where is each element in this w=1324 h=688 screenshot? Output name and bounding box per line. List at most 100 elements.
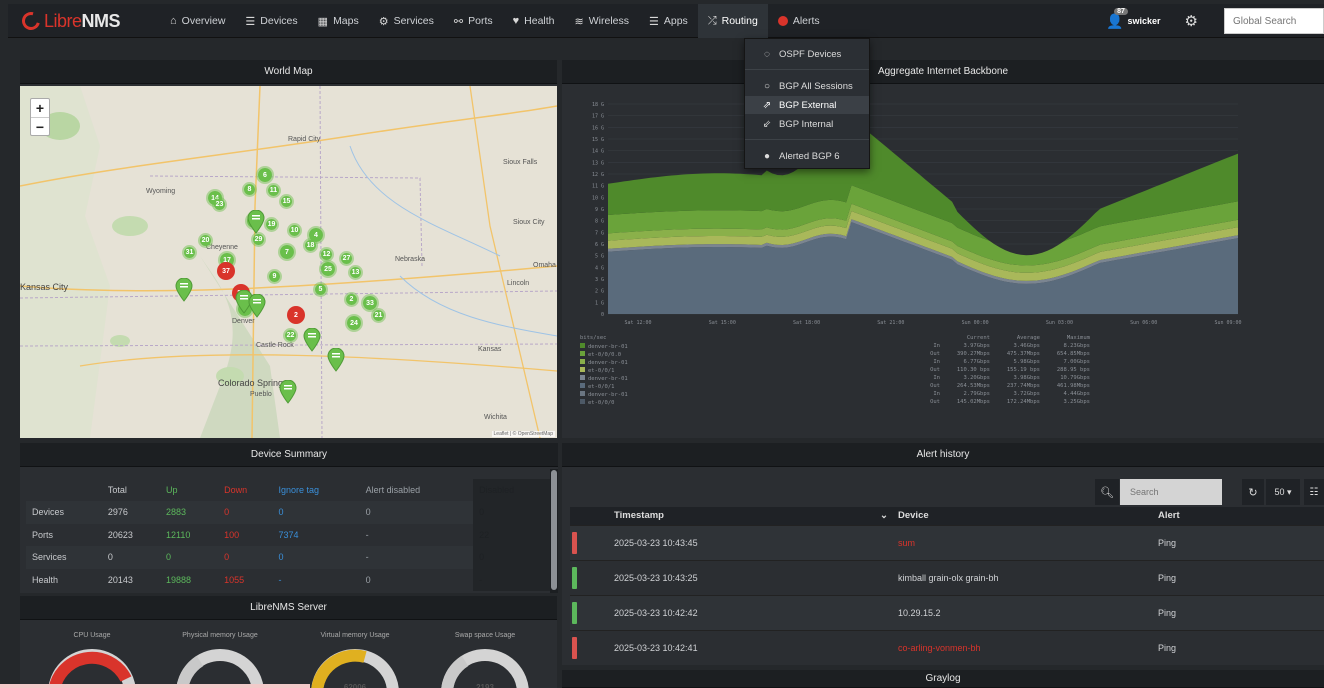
nav-routing[interactable]: ⤮ Routing (697, 4, 768, 38)
search-icon[interactable]: 🔍︎ (1095, 479, 1119, 505)
tasks-icon: ☰ (649, 15, 659, 28)
device-cluster-marker[interactable]: 5 (313, 282, 328, 297)
scrollbar-thumb[interactable] (551, 470, 557, 590)
menu-item-bgp-external[interactable]: ⇗ BGP External (745, 96, 869, 114)
sort-chevron-down-icon[interactable]: ⌄ (880, 510, 888, 521)
device-cluster-marker[interactable]: 11 (266, 183, 281, 198)
summary-cell[interactable]: 2883 (160, 501, 218, 524)
device-map-pin-icon[interactable] (279, 380, 297, 404)
summary-cell[interactable]: 0 (360, 569, 473, 592)
summary-cell[interactable]: - (360, 546, 473, 569)
device-map-pin-icon[interactable] (175, 278, 193, 302)
summary-cell[interactable]: 0 (218, 501, 272, 524)
nav-alerts[interactable]: Alerts (768, 4, 830, 38)
random-icon: ⤮ (707, 14, 717, 27)
summary-cell[interactable]: 2976 (102, 501, 160, 524)
menu-item-bgp-internal[interactable]: ⇙ BGP Internal (745, 115, 869, 133)
global-search-input[interactable] (1224, 8, 1324, 34)
summary-cell[interactable]: 0 (272, 501, 359, 524)
librenms-logo[interactable]: LibreNMS (18, 8, 121, 34)
nav-devices[interactable]: ☰ Devices (235, 4, 307, 38)
nav-overview[interactable]: ⌂ Overview (160, 4, 235, 38)
summary-cell[interactable]: 0 (160, 546, 218, 569)
table-row[interactable]: 2025-03-23 10:43:45 sum Ping (570, 524, 1324, 560)
y-axis-tick-label: 8 G (595, 219, 604, 225)
device-cluster-marker[interactable]: 8 (242, 182, 257, 197)
device-cluster-marker[interactable]: 20 (198, 233, 213, 248)
device-cluster-marker[interactable]: 21 (371, 308, 386, 323)
device-cluster-marker[interactable]: 19 (264, 217, 279, 232)
menu-item-bgp-all-sessions[interactable]: ○ BGP All Sessions (745, 77, 869, 95)
device-cluster-marker[interactable]: 13 (348, 265, 363, 280)
device-map-pin-icon[interactable] (303, 328, 321, 352)
alert-device-link[interactable]: kimball grain-olx grain-bh (898, 559, 1158, 595)
summary-cell[interactable]: 12110 (160, 524, 218, 547)
settings-gear-icon[interactable]: ⚙ (1185, 12, 1198, 30)
zoom-in-button[interactable]: + (31, 99, 49, 117)
menu-item-alerted-bgp[interactable]: ● Alerted BGP 6 (745, 147, 869, 165)
map-attribution[interactable]: Leaflet | © OpenStreetMap (491, 431, 555, 437)
alert-cluster-marker[interactable]: 2 (287, 306, 305, 324)
device-cluster-marker[interactable]: 23 (212, 197, 227, 212)
menu-item-ospf-devices[interactable]: ◌ OSPF Devices (745, 45, 869, 63)
nav-health[interactable]: ♥ Health (503, 4, 565, 38)
summary-cell[interactable]: 1055 (218, 569, 272, 592)
summary-cell[interactable]: 19888 (160, 569, 218, 592)
device-cluster-marker[interactable]: 9 (267, 269, 282, 284)
world-map[interactable]: + − Rapid City Sioux Falls Wyoming Sioux… (20, 86, 557, 438)
device-cluster-marker[interactable]: 2 (344, 292, 359, 307)
device-cluster-marker[interactable]: 25 (319, 260, 337, 278)
device-cluster-marker[interactable]: 24 (345, 314, 363, 332)
columns-toggle-icon[interactable]: ☷ (1304, 479, 1324, 505)
device-map-pin-icon[interactable] (327, 348, 345, 372)
server-gauge[interactable]: CPU Usage 88% (42, 632, 142, 688)
device-cluster-marker[interactable]: 7 (278, 243, 296, 261)
device-map-pin-icon[interactable] (248, 294, 266, 318)
table-row[interactable]: 2025-03-23 10:42:41 co-arling-vonmen-bh Pi… (570, 629, 1324, 665)
zoom-out-button[interactable]: − (31, 117, 49, 135)
alert-device-link[interactable]: sum (898, 524, 1158, 560)
nav-label: Health (524, 15, 555, 27)
summary-cell[interactable]: 0 (102, 546, 160, 569)
summary-cell[interactable]: 100 (218, 524, 272, 547)
device-cluster-marker[interactable]: 10 (287, 223, 302, 238)
user-menu[interactable]: 👤 87 swicker (1106, 7, 1161, 30)
table-row[interactable]: 2025-03-23 10:42:42 10.29.15.2 Ping (570, 594, 1324, 630)
server-gauge[interactable]: Virtual memory Usage 62006 (305, 632, 405, 688)
summary-cell[interactable]: 7374 (272, 524, 359, 547)
device-cluster-marker[interactable]: 6 (256, 166, 274, 184)
summary-cell[interactable]: - (360, 524, 473, 547)
device-cluster-marker[interactable]: 22 (283, 328, 298, 343)
summary-cell[interactable]: 0 (218, 546, 272, 569)
device-cluster-marker[interactable]: 31 (182, 245, 197, 260)
summary-cell[interactable]: 0 (360, 501, 473, 524)
table-row[interactable]: 2025-03-23 10:43:25 kimball grain-olx gra… (570, 559, 1324, 595)
refresh-icon[interactable]: ↻ (1242, 479, 1264, 505)
server-gauge[interactable]: Physical memory Usage 3746 (170, 632, 270, 688)
device-cluster-marker[interactable]: 27 (339, 251, 354, 266)
nav-wireless[interactable]: ≋ Wireless (565, 4, 639, 38)
server-gauge[interactable]: Swap space Usage 2193 (435, 632, 535, 688)
summary-cell[interactable]: - (272, 569, 359, 592)
alert-device-link[interactable]: co-arling-vonmen-bh (898, 629, 1158, 665)
summary-cell[interactable]: 20623 (102, 524, 160, 547)
nav-ports[interactable]: ⚯ Ports (444, 4, 503, 38)
alert-cluster-marker[interactable]: 37 (217, 262, 235, 280)
nav-apps[interactable]: ☰ Apps (639, 4, 698, 38)
librenms-logo-icon (18, 8, 44, 34)
column-header-timestamp[interactable]: Timestamp ⌄ (614, 507, 898, 525)
summary-cell[interactable]: 0 (272, 546, 359, 569)
page-size-select[interactable]: 50 ▾ (1266, 479, 1300, 505)
device-cluster-marker[interactable]: 29 (251, 232, 266, 247)
x-axis-tick-label: Sun 00:00 (962, 320, 989, 326)
traffic-graph[interactable]: 18 G 17 G 16 G 15 G 14 G 13 G 12 G 11 G 10 G 9 G 8… (562, 86, 1322, 438)
alert-device-link[interactable]: 10.29.15.2 (898, 594, 1158, 630)
nav-maps[interactable]: ▦ Maps (308, 4, 369, 38)
alert-search-input[interactable] (1120, 479, 1222, 505)
scrollbar[interactable] (550, 469, 558, 593)
device-map-pin-icon[interactable] (247, 210, 265, 234)
device-cluster-marker[interactable]: 15 (279, 194, 294, 209)
summary-cell[interactable]: 20143 (102, 569, 160, 592)
device-cluster-marker[interactable]: 18 (303, 238, 318, 253)
nav-services[interactable]: ⚙ Services (369, 4, 444, 38)
